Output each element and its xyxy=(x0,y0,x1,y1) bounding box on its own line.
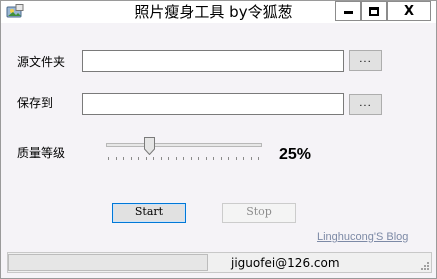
slider-tick xyxy=(161,157,162,160)
slider-tick xyxy=(108,157,109,160)
source-folder-input[interactable] xyxy=(82,50,344,72)
author-email: jiguofei@126.com xyxy=(231,256,340,270)
photo-app-icon xyxy=(6,4,24,18)
slider-tick xyxy=(221,157,222,160)
slider-tick xyxy=(236,157,237,160)
slider-tick xyxy=(123,157,124,160)
maximize-icon xyxy=(369,6,379,16)
slider-tick xyxy=(206,157,207,160)
minimize-button[interactable] xyxy=(335,1,361,21)
close-button[interactable]: X xyxy=(387,1,431,21)
slider-tick xyxy=(183,157,184,160)
slider-tick xyxy=(116,157,117,160)
slider-tick xyxy=(198,157,199,160)
slider-tick xyxy=(251,157,252,160)
status-bar: jiguofei@126.com xyxy=(7,252,432,273)
resize-grip-icon[interactable] xyxy=(420,261,430,271)
slider-tick xyxy=(146,157,147,160)
slider-ticks xyxy=(108,157,260,161)
progress-bar xyxy=(8,254,208,271)
save-to-input[interactable] xyxy=(82,93,344,115)
slider-tick xyxy=(131,157,132,160)
slider-tick xyxy=(191,157,192,160)
quality-slider[interactable] xyxy=(104,136,264,166)
quality-percent: 25% xyxy=(279,146,312,163)
title-bar[interactable]: 照片瘦身工具 by令狐葱 X xyxy=(1,1,436,23)
main-window: 照片瘦身工具 by令狐葱 X 源文件夹 ... 保存到 ... 质量等级 25%… xyxy=(0,0,437,279)
slider-tick xyxy=(138,157,139,160)
save-to-label: 保存到 xyxy=(17,96,54,110)
maximize-button[interactable] xyxy=(361,1,387,21)
source-browse-button[interactable]: ... xyxy=(349,50,382,71)
slider-tick xyxy=(258,157,259,160)
slider-tick xyxy=(153,157,154,160)
blog-link[interactable]: Linghucong'S Blog xyxy=(317,231,408,244)
slider-tick xyxy=(243,157,244,160)
start-button[interactable]: Start xyxy=(112,203,186,223)
source-folder-label: 源文件夹 xyxy=(17,55,66,69)
window-title: 照片瘦身工具 by令狐葱 xyxy=(134,3,293,21)
close-icon: X xyxy=(403,3,415,19)
slider-tick xyxy=(168,157,169,160)
save-browse-button[interactable]: ... xyxy=(349,94,382,115)
stop-button[interactable]: Stop xyxy=(222,203,296,223)
slider-tick xyxy=(213,157,214,160)
slider-track[interactable] xyxy=(106,143,262,147)
quality-label: 质量等级 xyxy=(17,146,66,160)
slider-tick xyxy=(228,157,229,160)
slider-tick xyxy=(176,157,177,160)
minimize-icon xyxy=(343,11,353,14)
slider-thumb[interactable] xyxy=(143,137,155,155)
